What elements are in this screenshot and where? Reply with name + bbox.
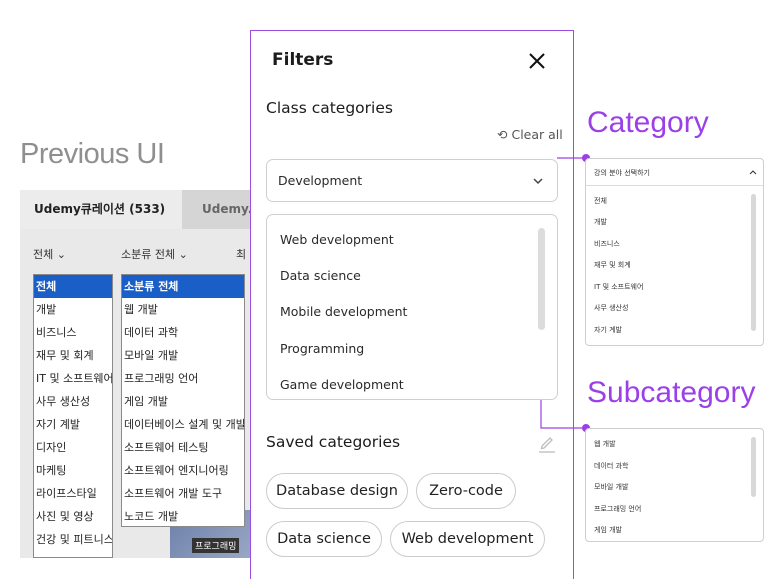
- mini-category-item[interactable]: 재무 및 회계: [594, 260, 631, 270]
- mini-category-header-label: 강의 분야 선택하기: [594, 169, 650, 177]
- mini-category-header[interactable]: 강의 분야 선택하기: [586, 159, 763, 186]
- mini-category-scrollbar[interactable]: [751, 194, 756, 331]
- mini-subcategory-item[interactable]: 모바일 개발: [594, 482, 628, 492]
- mini-subcategory-item[interactable]: 프로그래밍 언어: [594, 504, 641, 514]
- chevron-up-icon: [749, 170, 757, 175]
- mini-category-item[interactable]: 비즈니스: [594, 239, 620, 249]
- mini-category-panel: 강의 분야 선택하기 전체 개발 비즈니스 재무 및 회계 IT 및 소프트웨어…: [585, 158, 764, 346]
- mini-category-item[interactable]: 사무 생산성: [594, 303, 628, 313]
- mini-subcategory-item[interactable]: 데이터 과학: [594, 461, 628, 471]
- mini-subcategory-panel: 웹 개발 데이터 과학 모바일 개발 프로그래밍 언어 게임 개발: [585, 428, 764, 542]
- mini-subcategory-item[interactable]: 게임 개발: [594, 525, 622, 535]
- mini-category-item[interactable]: 자기 계발: [594, 325, 622, 335]
- mini-category-item[interactable]: 개발: [594, 217, 607, 227]
- mini-category-item[interactable]: IT 및 소프트웨어: [594, 282, 643, 292]
- mini-subcategory-item[interactable]: 웹 개발: [594, 439, 616, 449]
- mini-subcategory-scrollbar[interactable]: [751, 437, 756, 497]
- mini-category-item[interactable]: 전체: [594, 196, 607, 206]
